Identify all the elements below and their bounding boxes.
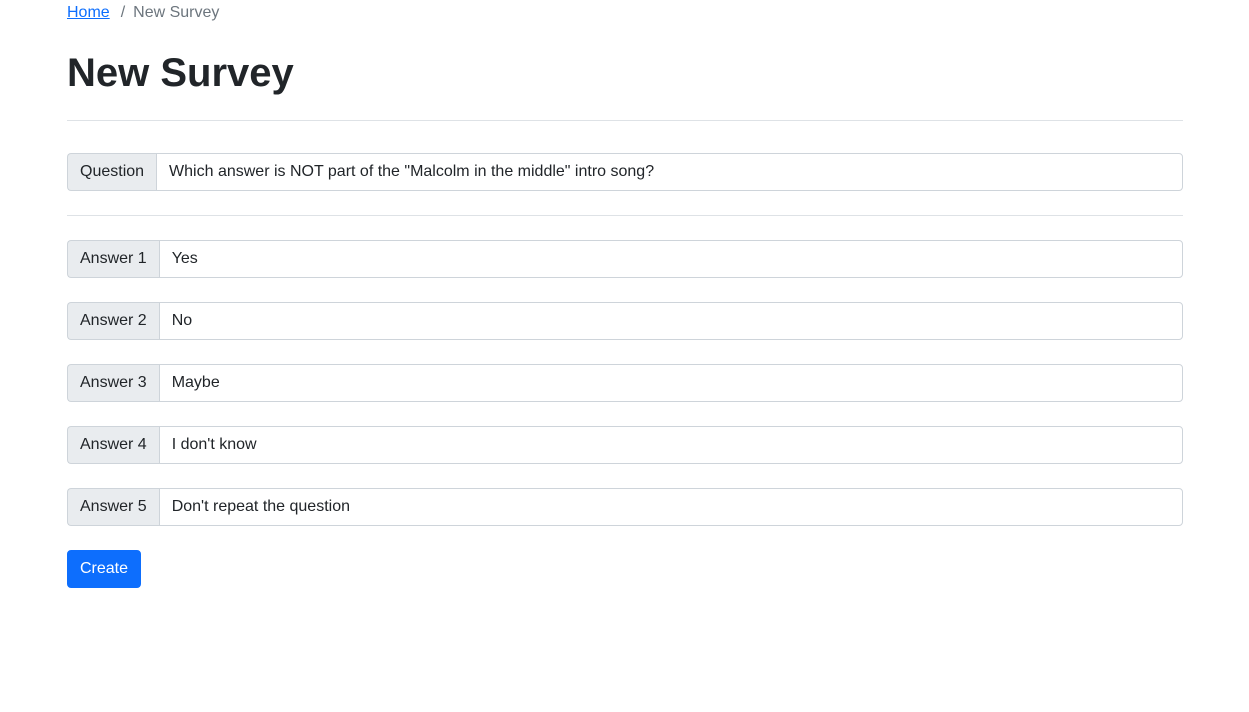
question-label: Question [67,153,157,191]
answer-3-label: Answer 3 [67,364,159,402]
answer-3-input[interactable] [158,364,1183,402]
breadcrumb-current: New Survey [133,3,220,21]
answer-4-input-group: Answer 4 [67,426,1183,464]
answer-2-label: Answer 2 [67,302,159,340]
answer-1-label: Answer 1 [67,240,159,278]
answer-4-label: Answer 4 [67,426,159,464]
answer-2-input-group: Answer 2 [67,302,1183,340]
main-container: Home / New Survey New Survey Question An… [67,0,1183,588]
question-input-group: Question [67,153,1183,191]
breadcrumb-home-link[interactable]: Home [67,1,110,25]
answer-5-input[interactable] [158,488,1183,526]
answer-1-input-group: Answer 1 [67,240,1183,278]
breadcrumb: Home / New Survey [67,0,1183,25]
page-title: New Survey [67,51,294,95]
answers-list: Answer 1 Answer 2 Answer 3 Answer 4 Answ… [67,240,1183,526]
answer-1-input[interactable] [158,240,1183,278]
question-input[interactable] [156,153,1183,191]
answer-2-input[interactable] [158,302,1183,340]
answer-4-input[interactable] [158,426,1183,464]
answer-5-input-group: Answer 5 [67,488,1183,526]
breadcrumb-separator: / [120,3,126,21]
title-divider [67,120,1183,121]
answer-5-label: Answer 5 [67,488,159,526]
answer-3-input-group: Answer 3 [67,364,1183,402]
create-button[interactable]: Create [67,550,142,588]
question-divider [67,215,1183,216]
